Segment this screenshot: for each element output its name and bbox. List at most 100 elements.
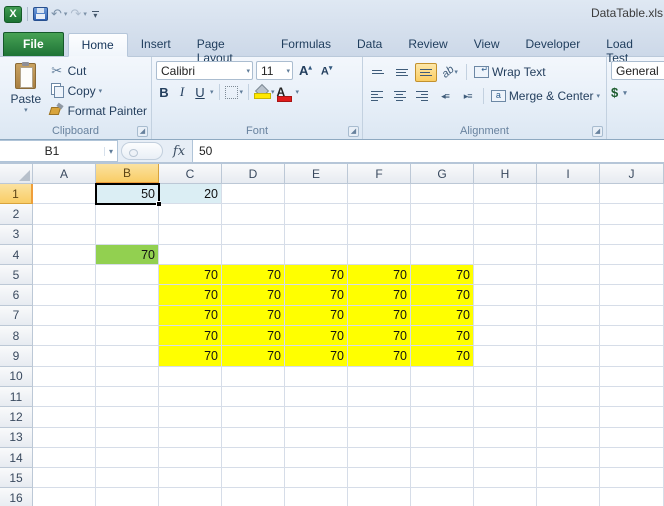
save-icon[interactable] — [33, 7, 48, 21]
row-header-10[interactable]: 10 — [0, 367, 33, 387]
cell-b6[interactable] — [96, 285, 159, 305]
cell-c5[interactable]: 70 — [159, 265, 222, 285]
cell-b12[interactable] — [96, 407, 159, 427]
cell-c8[interactable]: 70 — [159, 326, 222, 346]
tab-insert[interactable]: Insert — [128, 33, 184, 56]
cell-d9[interactable]: 70 — [222, 346, 285, 366]
cell-d3[interactable] — [222, 225, 285, 245]
cell-g15[interactable] — [411, 468, 474, 488]
column-header-j[interactable]: J — [600, 164, 664, 184]
cell-j6[interactable] — [600, 285, 664, 305]
number-format-combo[interactable]: General ▾ — [611, 61, 664, 80]
column-header-c[interactable]: C — [159, 164, 222, 184]
cell-d1[interactable] — [222, 184, 285, 204]
cell-d7[interactable]: 70 — [222, 306, 285, 326]
cell-h10[interactable] — [474, 367, 537, 387]
cell-h5[interactable] — [474, 265, 537, 285]
underline-dropdown-icon[interactable]: ▾ — [210, 88, 214, 96]
redo-dropdown-icon[interactable]: ▾ — [83, 10, 87, 18]
alignment-dialog-launcher-icon[interactable]: ◢ — [592, 126, 603, 137]
cell-e9[interactable]: 70 — [285, 346, 348, 366]
cell-e4[interactable] — [285, 245, 348, 265]
cell-b4[interactable]: 70 — [96, 245, 159, 265]
cell-g14[interactable] — [411, 448, 474, 468]
cell-e8[interactable]: 70 — [285, 326, 348, 346]
cell-h11[interactable] — [474, 387, 537, 407]
cell-i3[interactable] — [537, 225, 600, 245]
undo-dropdown-icon[interactable]: ▾ — [64, 10, 68, 18]
cell-f15[interactable] — [348, 468, 411, 488]
cell-c16[interactable] — [159, 488, 222, 506]
cell-h4[interactable] — [474, 245, 537, 265]
tab-home[interactable]: Home — [68, 33, 128, 57]
grow-font-button[interactable]: A▴ — [296, 63, 315, 78]
cell-d6[interactable]: 70 — [222, 285, 285, 305]
cell-b1[interactable]: 50 — [96, 184, 159, 204]
cell-b7[interactable] — [96, 306, 159, 326]
cell-b8[interactable] — [96, 326, 159, 346]
tab-file[interactable]: File — [3, 32, 64, 56]
cell-b13[interactable] — [96, 428, 159, 448]
cell-h6[interactable] — [474, 285, 537, 305]
formula-input[interactable]: 50 — [192, 140, 664, 162]
cell-c14[interactable] — [159, 448, 222, 468]
cell-i11[interactable] — [537, 387, 600, 407]
cell-d16[interactable] — [222, 488, 285, 506]
cell-i7[interactable] — [537, 306, 600, 326]
column-header-h[interactable]: H — [474, 164, 537, 184]
cell-h12[interactable] — [474, 407, 537, 427]
cell-d13[interactable] — [222, 428, 285, 448]
cell-b3[interactable] — [96, 225, 159, 245]
cell-b11[interactable] — [96, 387, 159, 407]
cell-i1[interactable] — [537, 184, 600, 204]
cell-g4[interactable] — [411, 245, 474, 265]
cell-g1[interactable] — [411, 184, 474, 204]
row-header-6[interactable]: 6 — [0, 285, 33, 305]
cell-f7[interactable]: 70 — [348, 306, 411, 326]
cell-c1[interactable]: 20 — [159, 184, 222, 204]
cell-f3[interactable] — [348, 225, 411, 245]
cell-b9[interactable] — [96, 346, 159, 366]
cell-g7[interactable]: 70 — [411, 306, 474, 326]
cell-a7[interactable] — [33, 306, 96, 326]
cell-b2[interactable] — [96, 204, 159, 224]
column-header-e[interactable]: E — [285, 164, 348, 184]
cell-j16[interactable] — [600, 488, 664, 506]
cell-e14[interactable] — [285, 448, 348, 468]
cell-h13[interactable] — [474, 428, 537, 448]
shrink-font-button[interactable]: A▾ — [318, 64, 335, 78]
cell-h15[interactable] — [474, 468, 537, 488]
format-painter-button[interactable]: Format Painter — [48, 101, 147, 121]
cell-c3[interactable] — [159, 225, 222, 245]
cell-h9[interactable] — [474, 346, 537, 366]
copy-dropdown-icon[interactable]: ▾ — [99, 87, 103, 95]
font-name-dropdown-icon[interactable]: ▾ — [243, 67, 250, 75]
cell-j14[interactable] — [600, 448, 664, 468]
cell-f1[interactable] — [348, 184, 411, 204]
cell-g8[interactable]: 70 — [411, 326, 474, 346]
cell-f8[interactable]: 70 — [348, 326, 411, 346]
column-header-d[interactable]: D — [222, 164, 285, 184]
cell-j3[interactable] — [600, 225, 664, 245]
fill-color-icon[interactable] — [254, 86, 269, 99]
row-header-2[interactable]: 2 — [0, 204, 33, 224]
cell-c10[interactable] — [159, 367, 222, 387]
cell-j5[interactable] — [600, 265, 664, 285]
name-box-dropdown-icon[interactable]: ▾ — [104, 147, 117, 156]
cell-h1[interactable] — [474, 184, 537, 204]
cell-c4[interactable] — [159, 245, 222, 265]
cell-b15[interactable] — [96, 468, 159, 488]
cell-a11[interactable] — [33, 387, 96, 407]
align-left-button[interactable] — [367, 87, 388, 106]
paste-button[interactable]: Paste ▾ — [4, 61, 48, 124]
cell-j2[interactable] — [600, 204, 664, 224]
column-header-g[interactable]: G — [411, 164, 474, 184]
row-header-13[interactable]: 13 — [0, 428, 33, 448]
merge-center-button[interactable]: Merge & Center ▾ — [489, 89, 602, 103]
cell-i15[interactable] — [537, 468, 600, 488]
cell-e6[interactable]: 70 — [285, 285, 348, 305]
tab-page-layout[interactable]: Page Layout — [184, 33, 268, 56]
tab-load-test[interactable]: Load Test — [593, 33, 664, 56]
cell-d14[interactable] — [222, 448, 285, 468]
cell-f11[interactable] — [348, 387, 411, 407]
